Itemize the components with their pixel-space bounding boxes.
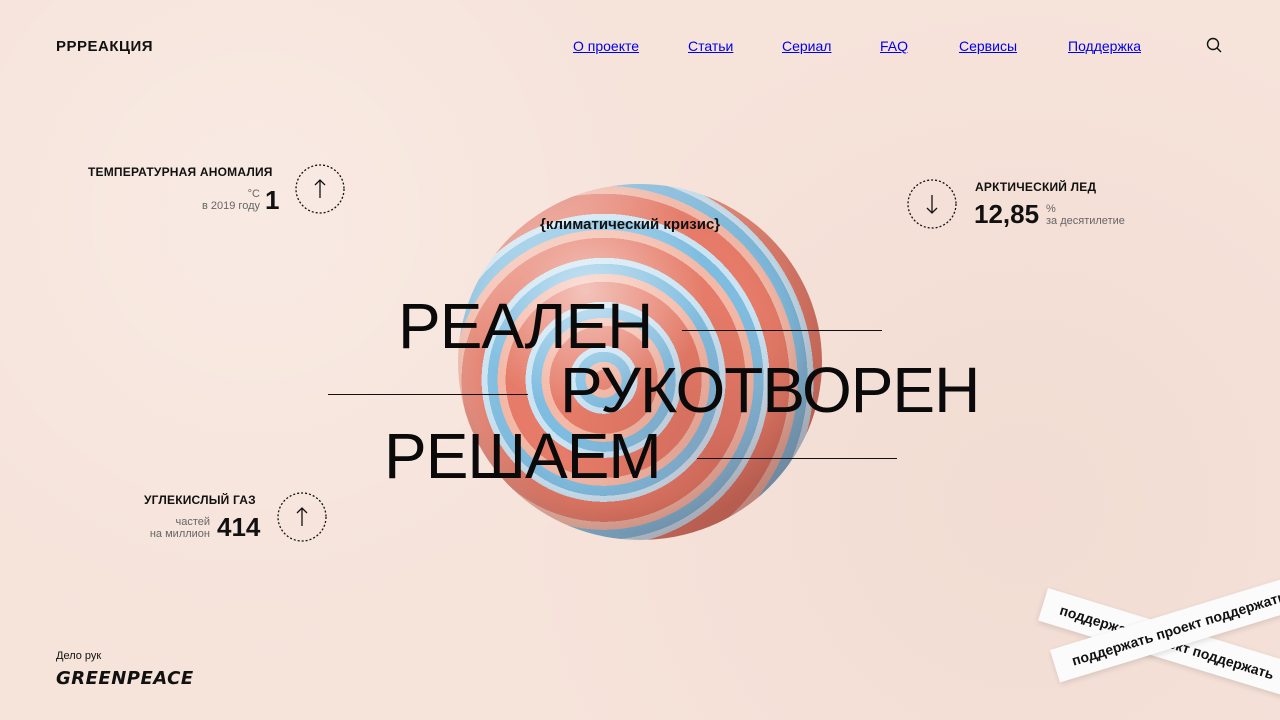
nav-articles[interactable]: Статьи [688,38,733,54]
co2-sub2: на миллион [149,528,210,540]
arctic-title: АРКТИЧЕСКИЙ ЛЕД [975,180,1097,194]
nav-about[interactable]: О проекте [573,38,639,54]
partner-block: Дело рук GREENPEACE [56,650,194,689]
divider-line [328,394,528,395]
co2-sub1: частей [175,516,210,528]
arrow-up-icon[interactable] [294,163,346,215]
divider-line [682,330,882,331]
co2-title: УГЛЕКИСЛЫЙ ГАЗ [144,493,256,507]
nav-series[interactable]: Сериал [782,38,831,54]
temperature-sub: в 2019 году [202,200,260,212]
header: РРРЕАКЦИЯ О проекте Статьи Сериал FAQ Се… [0,0,1280,92]
nav-support[interactable]: Поддержка [1068,38,1141,54]
temperature-value: 1 [265,185,280,215]
partner-label: Дело рук [56,650,102,662]
site-logo[interactable]: РРРЕАКЦИЯ [56,38,153,55]
arrow-up-icon[interactable] [276,491,328,543]
arctic-sub: за десятилетие [1046,215,1125,227]
arrow-down-icon[interactable] [906,178,958,230]
temperature-title: ТЕМПЕРАТУРНАЯ АНОМАЛИЯ [88,165,273,179]
temperature-unit: °С [247,188,260,200]
co2-value: 414 [217,512,261,542]
arctic-unit: % [1046,203,1056,215]
arctic-value: 12,85 [974,199,1040,229]
nav-faq[interactable]: FAQ [880,38,908,54]
climate-crisis-tag: {климатический кризис} [540,216,721,233]
greenpeace-logo[interactable]: GREENPEACE [56,668,194,689]
hero-line-solvable: РЕШАЕМ [384,420,662,492]
divider-line [697,458,897,459]
hero-line-manmade: РУКОТВОРЕН [560,354,980,426]
nav-services[interactable]: Сервисы [959,38,1017,54]
search-icon[interactable] [1206,37,1222,53]
hero-line-real: РЕАЛЕН [398,290,653,362]
